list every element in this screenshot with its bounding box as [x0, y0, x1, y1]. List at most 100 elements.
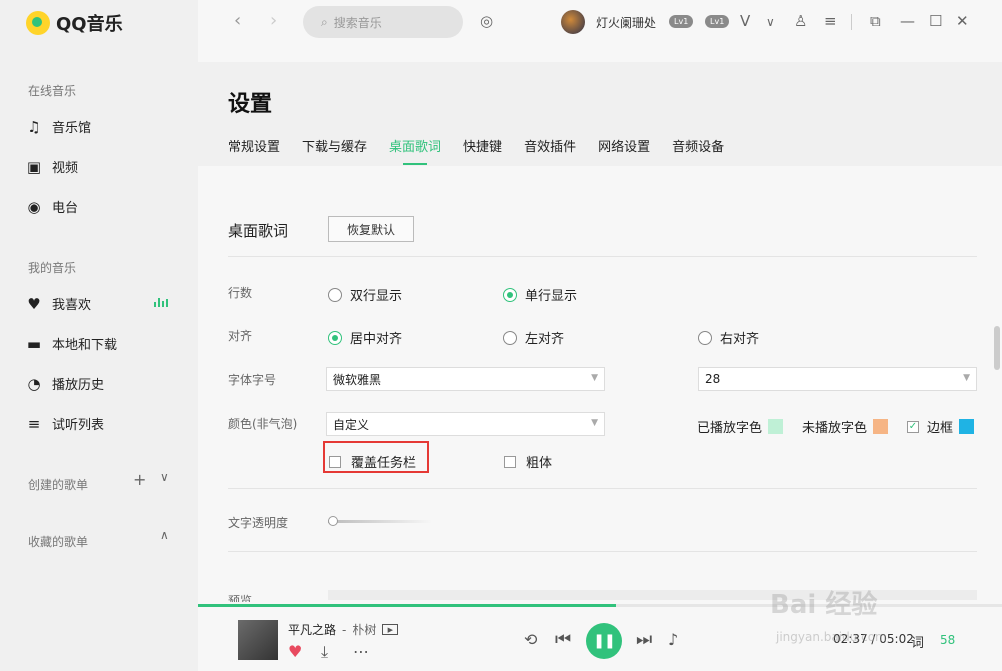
settings-tabs: 常规设置 下载与缓存 桌面歌词 快捷键 音效插件 网络设置 音频设备 — [228, 136, 746, 165]
opacity-slider[interactable] — [328, 516, 432, 526]
section-title-collected-playlists[interactable]: 收藏的歌单 — [28, 533, 88, 550]
playlist-count[interactable]: 58 — [940, 633, 955, 647]
sidebar-item-label: 音乐馆 — [52, 121, 92, 136]
align-label: 对齐 — [228, 329, 253, 343]
sidebar-item-trial-list[interactable]: ≡ 试听列表 — [26, 414, 176, 434]
radio-button-selected[interactable] — [503, 287, 517, 302]
restore-default-button[interactable]: 恢复默认 — [328, 216, 414, 242]
voice-search-icon[interactable]: ◎ — [480, 12, 493, 30]
chevron-down-icon[interactable]: ∨ — [160, 470, 169, 484]
username[interactable]: 灯火阑珊处 — [596, 14, 656, 31]
song-info: 平凡之路 - 朴树 ▶ — [288, 621, 399, 638]
sidebar-item-label: 电台 — [52, 201, 79, 216]
radio-align-right[interactable]: 右对齐 — [698, 328, 759, 347]
loop-mode-icon[interactable]: ⟲ — [524, 630, 537, 649]
radio-align-center[interactable]: 居中对齐 — [328, 328, 402, 347]
unplayed-color-option[interactable]: 未播放字色 — [802, 417, 889, 436]
vip-badge[interactable]: Lv1 — [669, 15, 694, 28]
font-size-select[interactable]: 28 ▼ — [698, 367, 977, 391]
tab-audio-device[interactable]: 音频设备 — [672, 136, 724, 165]
avatar[interactable] — [561, 10, 585, 34]
song-title[interactable]: 平凡之路 — [288, 621, 336, 638]
tab-sound-plugins[interactable]: 音效插件 — [524, 136, 576, 165]
tab-general[interactable]: 常规设置 — [228, 136, 280, 165]
sidebar-item-music-hall[interactable]: ♫ 音乐馆 — [26, 117, 176, 137]
lines-label: 行数 — [228, 286, 253, 300]
sidebar-item-radio[interactable]: ◉ 电台 — [26, 197, 176, 217]
select-value: 28 — [705, 372, 721, 386]
dropdown-chevron-icon[interactable]: ∨ — [766, 15, 775, 29]
menu-icon[interactable]: ≡ — [824, 12, 837, 30]
previous-icon[interactable]: ⏮ — [555, 629, 571, 650]
border-checkbox[interactable]: ✓ — [907, 420, 919, 433]
download-icon[interactable]: ⤓ — [321, 642, 328, 662]
sidebar-item-video[interactable]: ▣ 视频 — [26, 157, 176, 177]
album-cover[interactable] — [238, 620, 278, 660]
sidebar-item-label: 我喜欢 — [52, 298, 92, 313]
border-color-swatch[interactable] — [959, 419, 975, 434]
add-playlist-icon[interactable]: + — [133, 470, 146, 489]
sidebar-item-local-download[interactable]: ▬ 本地和下载 — [26, 334, 176, 354]
minimize-icon[interactable]: — — [900, 12, 915, 30]
lyrics-button[interactable]: 词 — [911, 632, 924, 651]
radio-double-line[interactable]: 双行显示 — [328, 285, 402, 304]
radio-button[interactable] — [698, 330, 712, 345]
sidebar-item-label: 播放历史 — [52, 378, 105, 393]
radio-icon: ◉ — [27, 197, 41, 216]
section-title-desktop-lyrics: 桌面歌词 — [228, 222, 289, 240]
tab-network[interactable]: 网络设置 — [598, 136, 650, 165]
bold-option[interactable]: 粗体 — [504, 452, 552, 471]
maximize-icon[interactable]: ☐ — [929, 12, 942, 30]
close-icon[interactable]: ✕ — [956, 12, 969, 30]
sidebar: QQ音乐 在线音乐 ♫ 音乐馆 ▣ 视频 ◉ 电台 我的音乐 ♥ 我喜欢 ▬ 本… — [0, 0, 198, 671]
slider-handle[interactable] — [328, 516, 338, 526]
v-badge-icon[interactable]: V — [740, 12, 750, 30]
radio-button-selected[interactable] — [328, 330, 342, 345]
section-title-created-playlists[interactable]: 创建的歌单 — [28, 476, 88, 493]
played-color-swatch[interactable] — [768, 419, 784, 434]
mv-icon[interactable]: ▶ — [382, 624, 399, 635]
color-label: 颜色(非气泡) — [228, 417, 298, 431]
scrollbar[interactable] — [994, 326, 1000, 370]
search-box[interactable]: ⌕ 搜索音乐 — [303, 6, 463, 38]
app-logo[interactable]: QQ音乐 — [26, 10, 123, 36]
divider — [851, 14, 852, 30]
sidebar-item-history[interactable]: ◔ 播放历史 — [26, 374, 176, 394]
level-badge[interactable]: Lv1 — [705, 15, 730, 28]
sidebar-item-label: 本地和下载 — [52, 338, 118, 353]
volume-icon[interactable]: ♪ — [668, 630, 678, 649]
progress-fill[interactable] — [198, 604, 617, 607]
chevron-up-icon[interactable]: ∧ — [160, 528, 169, 542]
border-color-option[interactable]: ✓ 边框 — [907, 417, 975, 436]
radio-button[interactable] — [503, 330, 517, 345]
monitor-icon: ▬ — [26, 334, 42, 353]
highlight-box — [323, 441, 429, 473]
next-icon[interactable]: ⏭ — [636, 629, 652, 650]
pause-button[interactable]: ❚❚ — [586, 623, 622, 659]
back-arrow-icon[interactable]: ‹ — [234, 10, 241, 31]
unplayed-color-label: 未播放字色 — [802, 421, 868, 436]
heart-icon[interactable]: ♥ — [288, 642, 302, 661]
song-artist[interactable]: 朴树 — [352, 621, 376, 638]
watermark-url: jingyan.baidu.com — [776, 630, 887, 644]
dropdown-arrow-icon: ▼ — [591, 373, 598, 383]
select-value: 微软雅黑 — [333, 372, 382, 387]
radio-single-line[interactable]: 单行显示 — [503, 285, 577, 304]
tab-shortcuts[interactable]: 快捷键 — [463, 136, 502, 165]
slider-track[interactable] — [328, 520, 432, 523]
more-icon[interactable]: ⋯ — [353, 642, 369, 661]
mini-mode-icon[interactable]: ⧉ — [870, 12, 881, 30]
preview-area — [328, 590, 977, 600]
radio-align-left[interactable]: 左对齐 — [503, 328, 564, 347]
forward-arrow-icon[interactable]: › — [270, 10, 277, 31]
font-family-select[interactable]: 微软雅黑 ▼ — [326, 367, 605, 391]
bold-checkbox[interactable] — [504, 455, 516, 468]
sidebar-item-label: 试听列表 — [52, 418, 105, 433]
skin-shirt-icon[interactable]: ♙ — [794, 12, 807, 30]
color-scheme-select[interactable]: 自定义 ▼ — [326, 412, 605, 436]
played-color-option[interactable]: 已播放字色 — [697, 417, 784, 436]
tab-download-cache[interactable]: 下载与缓存 — [302, 136, 367, 165]
tab-desktop-lyrics[interactable]: 桌面歌词 — [389, 136, 441, 165]
radio-button[interactable] — [328, 287, 342, 302]
unplayed-color-swatch[interactable] — [873, 419, 889, 434]
